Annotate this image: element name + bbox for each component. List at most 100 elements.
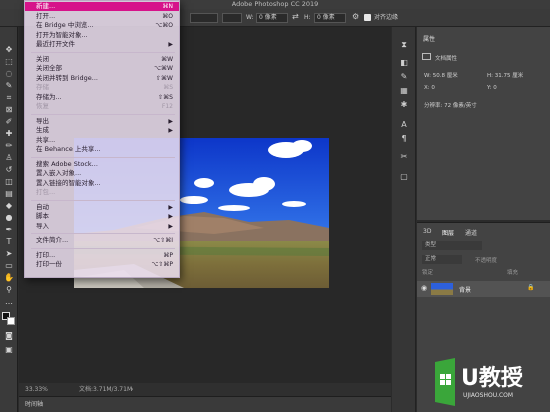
zoom-level[interactable]: 33.33% (25, 383, 48, 396)
menu-item-label: 共享... (36, 135, 56, 144)
eyedropper-tool-icon[interactable]: ✐ (3, 117, 15, 126)
menu-item[interactable]: 新建... ⌘N (25, 2, 179, 11)
feather-field[interactable] (190, 13, 218, 23)
lasso-tool-icon[interactable]: ◌ (3, 69, 15, 78)
menu-item[interactable]: 导入 ▶ (25, 222, 179, 231)
menu-item[interactable]: 搜索 Adobe Stock... (25, 160, 179, 169)
menu-item-shortcut: ⌘W (161, 55, 173, 63)
crop-tool-icon[interactable]: ⌗ (3, 93, 15, 102)
quick-select-tool-icon[interactable]: ✎ (3, 81, 15, 90)
settings-icon[interactable]: ⚙ (352, 12, 359, 22)
hand-tool-icon[interactable]: ✋ (3, 273, 15, 282)
status-expand-icon[interactable]: › (131, 383, 133, 396)
path-selection-tool-icon[interactable]: ➤ (3, 249, 15, 258)
menu-item-label: 存储为... (36, 92, 62, 101)
screen-mode-icon[interactable]: ▣ (3, 345, 15, 354)
menu-item-label: 关闭 (36, 54, 49, 63)
marquee-tool-icon[interactable]: ⬚ (3, 57, 15, 66)
history-brush-tool-icon[interactable]: ↺ (3, 165, 15, 174)
menu-item-label: 打开... (36, 11, 56, 20)
styles-icon[interactable]: ✱ (397, 99, 411, 110)
layer-name[interactable]: 背景 (459, 285, 471, 294)
brush-settings-icon[interactable]: ✎ (397, 71, 411, 82)
zoom-tool-icon[interactable]: ⚲ (3, 285, 15, 294)
menu-item[interactable]: 文件简介... ⌥⇧⌘I (25, 236, 179, 245)
menu-item[interactable]: 导出 ▶ (25, 117, 179, 126)
menu-item-shortcut: F12 (161, 103, 173, 110)
menu-item[interactable]: 生成 ▶ (25, 126, 179, 135)
frame-tool-icon[interactable]: ⊠ (3, 105, 15, 114)
menu-item-label: 存储 (36, 83, 49, 91)
menu-item-label: 打印... (36, 250, 56, 259)
info-icon[interactable]: ▢ (397, 171, 411, 182)
menu-item[interactable]: 关闭全部 ⌥⌘W (25, 64, 179, 73)
menu-item[interactable]: 打开为智能对象... (25, 31, 179, 40)
menu-item[interactable]: 关闭并转到 Bridge... ⇧⌘W (25, 74, 179, 83)
move-tool-icon[interactable]: ✥ (3, 45, 15, 54)
menu-item[interactable]: 关闭 ⌘W (25, 55, 179, 64)
watermark-url: UJIAOSHOU.COM (463, 392, 514, 399)
swatches-icon[interactable]: ▦ (397, 85, 411, 96)
brush-tool-icon[interactable]: ✏ (3, 141, 15, 150)
menu-item[interactable]: 在 Bridge 中浏览... ⌥⌘O (25, 21, 179, 30)
menu-item[interactable]: 打开... ⌘O (25, 12, 179, 21)
menu-item[interactable]: 存储为... ⇧⌘S (25, 93, 179, 102)
menu-item: 恢复 F12 (25, 102, 179, 111)
tools-panel: ✥ ⬚ ◌ ✎ ⌗ ⊠ ✐ ✚ ✏ ♙ ↺ ◫ ▤ ◆ ● ✒ T ➤ ▭ ✋ … (0, 27, 18, 412)
layer-lock-icon: 🔒 (527, 284, 535, 291)
tab-channels[interactable]: 通道 (465, 228, 477, 237)
properties-tab[interactable]: 属性 (423, 34, 435, 43)
layer-kind-filter[interactable]: 类型 (422, 241, 482, 250)
dodge-tool-icon[interactable]: ● (3, 213, 15, 222)
type-tool-icon[interactable]: T (3, 237, 15, 246)
document-info[interactable]: 文档:3.71M/3.71M (79, 383, 132, 396)
menu-item-label: 文件简介... (36, 236, 69, 244)
submenu-arrow-icon: ▶ (168, 213, 173, 220)
rectangle-tool-icon[interactable]: ▭ (3, 261, 15, 270)
adjustments-icon[interactable]: ◧ (397, 57, 411, 68)
tools-settings-icon[interactable]: ✂ (397, 151, 411, 162)
history-icon[interactable]: ⧗ (397, 39, 411, 50)
tab-3d[interactable]: 3D (423, 228, 431, 235)
layer-row[interactable]: ◉ 背景 🔒 (417, 281, 550, 297)
menu-item[interactable]: 在 Behance 上共享... (25, 145, 179, 154)
menu-separator (31, 233, 175, 234)
menu-item[interactable]: 共享... (25, 136, 179, 145)
menu-item[interactable]: 脚本 ▶ (25, 212, 179, 221)
swap-icon[interactable]: ⇄ (292, 12, 299, 22)
menu-separator (31, 113, 175, 115)
pen-tool-icon[interactable]: ✒ (3, 225, 15, 234)
menu-item[interactable]: 自动 ▶ (25, 203, 179, 212)
menu-item[interactable]: 打印... ⌘P (25, 251, 179, 260)
more-tools-icon[interactable]: … (3, 297, 15, 306)
blend-mode-select[interactable]: 正常 (422, 255, 462, 264)
tab-layers[interactable]: 图层 (442, 228, 454, 237)
style-select[interactable] (222, 13, 242, 23)
menu-item[interactable]: 置入链接的智能对象... (25, 179, 179, 188)
timeline-tab[interactable]: 时间轴 (25, 397, 43, 412)
gradient-tool-icon[interactable]: ▤ (3, 189, 15, 198)
menu-item[interactable]: 置入嵌入对象... (25, 169, 179, 178)
quick-mask-icon[interactable]: ◙ (3, 331, 15, 340)
healing-brush-tool-icon[interactable]: ✚ (3, 129, 15, 138)
background-color-swatch[interactable] (7, 317, 15, 325)
submenu-arrow-icon: ▶ (168, 127, 173, 134)
menu-item[interactable]: 打印一份 ⌥⇧⌘P (25, 260, 179, 269)
menu-item-label: 在 Behance 上共享... (36, 145, 101, 153)
width-label: W: (246, 14, 254, 21)
clone-stamp-tool-icon[interactable]: ♙ (3, 153, 15, 162)
menu-item-shortcut: ⇧⌘W (156, 74, 173, 82)
menu-item-shortcut: ⌘O (162, 12, 173, 20)
visibility-eye-icon[interactable]: ◉ (421, 284, 427, 292)
menu-item[interactable]: 最近打开文件 ▶ (25, 40, 179, 49)
width-field[interactable]: 0 像素 (256, 13, 288, 23)
menu-item-label: 关闭并转到 Bridge... (36, 73, 98, 82)
blur-tool-icon[interactable]: ◆ (3, 201, 15, 210)
paragraph-icon[interactable]: ¶ (397, 133, 411, 144)
align-edges-checkbox[interactable] (364, 14, 371, 21)
height-field[interactable]: 0 像素 (314, 13, 346, 23)
watermark-brand: U教授 (461, 366, 523, 391)
character-icon[interactable]: A (397, 119, 411, 130)
eraser-tool-icon[interactable]: ◫ (3, 177, 15, 186)
menu-item-label: 最近打开文件 (36, 40, 75, 48)
